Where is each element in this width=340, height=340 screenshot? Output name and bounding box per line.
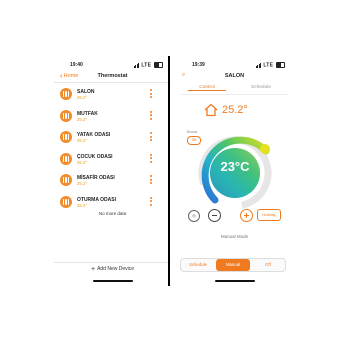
holiday-button[interactable]: Holiday [257, 209, 281, 221]
heater-icon [60, 109, 72, 122]
mode-off-button[interactable]: Off [251, 259, 285, 271]
increase-button[interactable] [240, 209, 253, 222]
device-temp: 25.2° [77, 138, 88, 143]
device-temp: 25.2° [77, 159, 88, 165]
list-item[interactable]: MUTFAK 25.2° [54, 109, 171, 132]
room-title: SALON [224, 73, 245, 79]
battery-icon [276, 62, 285, 68]
add-device-label: Add New Device [97, 266, 135, 272]
network-label: LTE [141, 62, 152, 69]
setpoint-temperature: 23°C [220, 159, 250, 174]
more-vertical-icon[interactable] [150, 196, 153, 208]
status-time: 19:40 [70, 62, 83, 68]
decrease-button[interactable] [208, 209, 221, 222]
network-label: LTE [263, 62, 274, 69]
status-bar: 19:39 LTE [176, 62, 293, 70]
no-more-data-label: No more data [98, 211, 127, 216]
tab-bar: Control Schedule [180, 85, 288, 95]
mode-selector: Schedule Manual Off [180, 258, 286, 272]
tab-schedule[interactable]: Schedule [234, 85, 288, 90]
device-temp: 25.2° [77, 181, 88, 186]
room-temperature: 25.2° [222, 104, 248, 116]
list-item[interactable]: YATAK ODASI 25.2° [54, 131, 171, 153]
boost-toggle[interactable]: Off [187, 136, 201, 145]
battery-icon [154, 62, 163, 68]
list-item[interactable]: SALON 25.2° [54, 88, 171, 110]
divider [168, 56, 170, 286]
boost-label: Boost [187, 129, 198, 134]
page-title: Thermostat [97, 73, 128, 79]
mode-icon[interactable]: ◎ [188, 210, 200, 222]
plus-icon: + [90, 266, 96, 273]
list-item[interactable]: ÇOCUK ODASI 25.2° [54, 152, 171, 175]
device-temp: 25.2° [77, 116, 88, 122]
more-vertical-icon[interactable] [150, 110, 153, 122]
mode-label: Manual Mode [220, 234, 249, 239]
add-device-button[interactable]: + Add New Device [54, 266, 171, 273]
signal-icon [255, 62, 262, 68]
more-vertical-icon[interactable] [150, 153, 153, 165]
list-item[interactable]: MİSAFİR ODASI 25.2° [54, 174, 171, 196]
heater-icon [60, 195, 72, 208]
heater-icon [60, 88, 72, 100]
bottom-bar: + Add New Device [54, 262, 171, 273]
house-icon [204, 103, 218, 117]
mode-manual-button[interactable]: Manual [216, 259, 250, 271]
heater-icon [60, 152, 72, 165]
signal-icon [133, 62, 140, 68]
navigation-bar: ‹Home Thermostat [54, 72, 171, 83]
heater-icon [60, 174, 72, 186]
status-bar: 19:40 LTE [54, 62, 171, 70]
thermostat-list-screen: 19:40 LTE ‹Home Thermostat SALON 25.2° M… [54, 56, 171, 286]
more-vertical-icon[interactable] [150, 89, 153, 100]
dial-handle[interactable] [260, 144, 270, 154]
tab-control[interactable]: Control [180, 85, 234, 91]
home-indicator [214, 280, 255, 282]
device-temp: 25.2° [77, 202, 88, 208]
minus-icon [212, 215, 217, 216]
more-vertical-icon[interactable] [150, 132, 153, 143]
thermostat-control-screen: 19:39 LTE ⌕ SALON Control Schedule 25.2° [176, 56, 293, 286]
more-vertical-icon[interactable] [150, 175, 153, 186]
heater-icon [60, 131, 72, 143]
home-indicator [92, 280, 133, 282]
device-temp: 25.2° [77, 95, 88, 100]
mode-schedule-button[interactable]: Schedule [181, 259, 215, 271]
status-time: 19:39 [192, 62, 205, 68]
device-list: SALON 25.2° MUTFAK 25.2° YATAK ODASI 25.… [54, 88, 171, 217]
